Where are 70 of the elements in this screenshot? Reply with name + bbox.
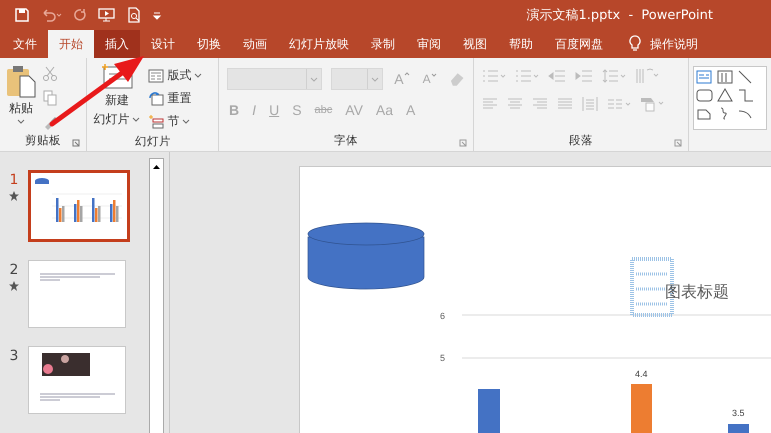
ribbon-tab[interactable]: 百度网盘 xyxy=(544,30,614,58)
scrollbar[interactable] xyxy=(149,158,164,433)
data-label: 3.5 xyxy=(732,408,745,418)
slide-number: 1 xyxy=(10,172,18,188)
ribbon-tab[interactable]: 插入 xyxy=(94,30,140,58)
ribbon-tab[interactable]: 开始 xyxy=(48,30,94,58)
distribute-icon[interactable] xyxy=(582,96,598,112)
axis-label: 6 xyxy=(440,311,446,321)
line-spacing-icon[interactable] xyxy=(602,69,626,83)
data-label: 4.4 xyxy=(635,369,648,379)
align-center-icon[interactable] xyxy=(507,97,524,111)
caret-icon xyxy=(182,119,190,124)
layout-icon xyxy=(148,68,164,82)
scissors-icon[interactable] xyxy=(42,66,58,82)
save-icon[interactable] xyxy=(14,7,30,23)
paste-button[interactable]: 粘贴 xyxy=(4,62,38,130)
ribbon-tab[interactable]: 审阅 xyxy=(406,30,452,58)
ribbon-tab[interactable]: 切换 xyxy=(186,30,232,58)
reset-icon xyxy=(148,92,164,106)
group-label: 幻灯片 xyxy=(134,134,171,148)
chart-title[interactable]: 图表标题 xyxy=(665,282,729,301)
caret-icon xyxy=(17,119,25,124)
ribbon-tab[interactable]: 帮助 xyxy=(498,30,544,58)
chart-bar[interactable] xyxy=(478,389,500,433)
smartart-icon[interactable] xyxy=(640,96,664,112)
layout-button[interactable]: 版式 xyxy=(146,66,204,85)
caret-icon xyxy=(194,73,202,78)
up-caret-icon xyxy=(404,71,410,77)
group-label: 字体 xyxy=(334,132,358,148)
justify-icon[interactable] xyxy=(557,97,574,111)
dialog-launcher-icon[interactable] xyxy=(674,139,682,147)
increase-indent-icon[interactable] xyxy=(575,69,594,83)
columns-icon[interactable] xyxy=(607,97,632,111)
slide-number: 2 xyxy=(10,262,18,278)
axis-label: 5 xyxy=(440,353,446,363)
chart-bar[interactable] xyxy=(728,424,749,433)
group-label: 段落 xyxy=(569,132,594,148)
shapes-gallery[interactable] xyxy=(693,66,767,130)
section-icon xyxy=(148,114,164,128)
ribbon-tab[interactable]: 动画 xyxy=(232,30,278,58)
lightbulb-icon[interactable] xyxy=(628,35,642,53)
window-title: 演示文稿1.pptx - PowerPoint xyxy=(526,7,713,24)
group-label: 剪贴板 xyxy=(25,133,62,148)
ribbon-tab[interactable]: 视图 xyxy=(452,30,498,58)
reset-button[interactable]: 重置 xyxy=(146,89,204,108)
tell-me-search[interactable]: 操作说明 xyxy=(650,36,698,52)
slideshow-icon[interactable] xyxy=(98,7,116,23)
caret-icon xyxy=(430,72,437,78)
slide-number: 3 xyxy=(10,348,18,364)
slide-thumbnail[interactable] xyxy=(28,170,130,242)
dialog-launcher-icon[interactable] xyxy=(72,139,80,147)
text-direction-icon[interactable] xyxy=(635,68,660,84)
slide-thumbnail[interactable] xyxy=(28,346,126,414)
clipboard-icon xyxy=(6,64,36,98)
ribbon-tab[interactable]: 文件 xyxy=(2,30,48,58)
ribbon-tab[interactable]: 录制 xyxy=(360,30,406,58)
preview-icon[interactable] xyxy=(126,7,142,23)
copy-icon[interactable] xyxy=(42,90,58,106)
ribbon-tab[interactable]: 幻灯片放映 xyxy=(278,30,360,58)
caret-icon xyxy=(132,117,140,122)
decrease-indent-icon[interactable] xyxy=(548,69,566,83)
section-button[interactable]: 节 xyxy=(146,112,204,131)
redo-icon[interactable] xyxy=(72,7,88,23)
chart-bar[interactable] xyxy=(631,384,652,433)
numbered-list-icon[interactable] xyxy=(515,69,540,83)
slide-thumbnail[interactable] xyxy=(28,260,126,328)
ribbon-tab[interactable]: 设计 xyxy=(140,30,186,58)
dialog-launcher-icon[interactable] xyxy=(459,139,468,147)
cylinder-shape[interactable] xyxy=(308,222,424,290)
align-right-icon[interactable] xyxy=(532,97,548,111)
